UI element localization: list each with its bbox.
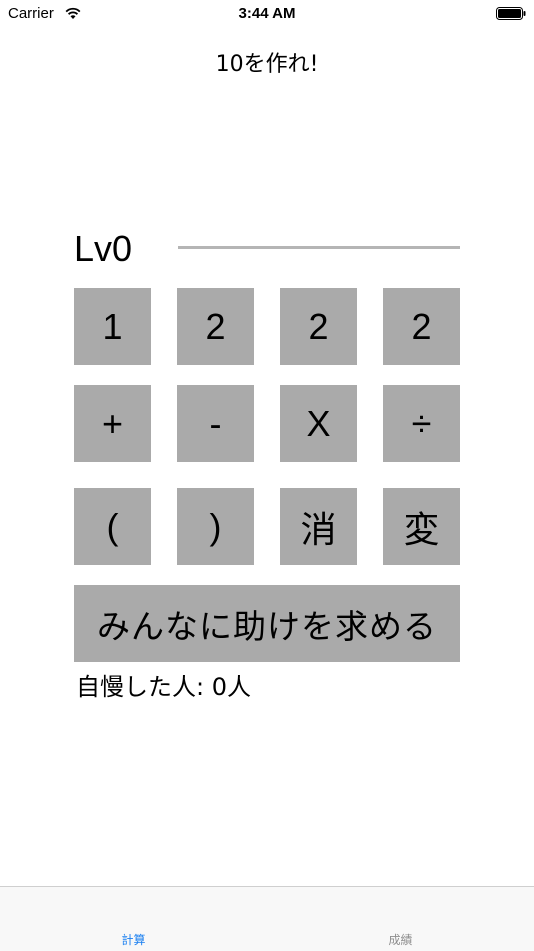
expression-display	[178, 246, 460, 249]
level-label: Lv0	[74, 228, 133, 269]
tab-results[interactable]: 成績	[267, 887, 534, 951]
change-button[interactable]: 変	[383, 488, 460, 565]
number-key-1[interactable]: 1	[74, 288, 151, 365]
tab-calculate-label: 計算	[121, 933, 146, 947]
tab-calculate[interactable]: 計算	[0, 887, 267, 951]
divide-button[interactable]: ÷	[383, 385, 460, 462]
page-title: 10を作れ!	[215, 52, 319, 77]
open-paren-button[interactable]: (	[74, 488, 151, 565]
number-key-4[interactable]: 2	[383, 288, 460, 365]
number-key-2[interactable]: 2	[177, 288, 254, 365]
clock: 3:44 AM	[238, 5, 296, 22]
plus-button[interactable]: +	[74, 385, 151, 462]
status-bar: Carrier 3:44 AM	[0, 0, 534, 28]
tab-results-label: 成績	[388, 933, 413, 947]
clear-button[interactable]: 消	[280, 488, 357, 565]
boast-count-label: 自慢した人: 0人	[76, 673, 251, 701]
tab-bar: 計算 成績	[0, 886, 534, 951]
close-paren-button[interactable]: )	[177, 488, 254, 565]
multiply-button[interactable]: X	[280, 385, 357, 462]
number-key-3[interactable]: 2	[280, 288, 357, 365]
battery-icon	[496, 7, 526, 20]
ask-for-help-button[interactable]: みんなに助けを求める	[74, 585, 460, 662]
minus-button[interactable]: -	[177, 385, 254, 462]
